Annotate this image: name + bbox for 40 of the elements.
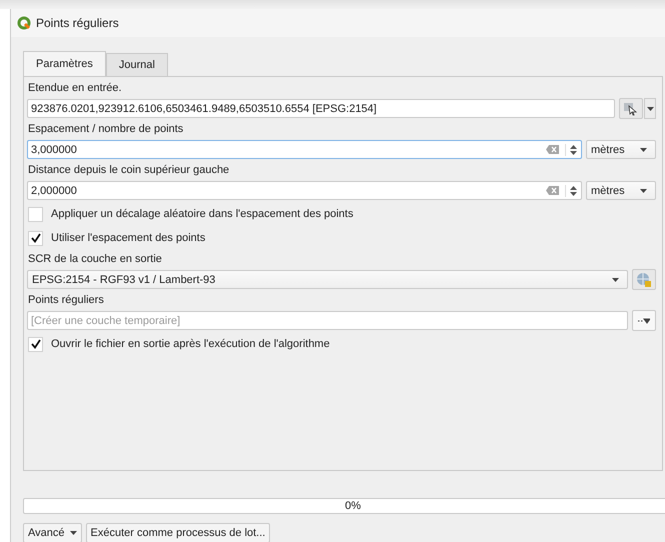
number-field[interactable]: 2,000000 <box>27 181 582 200</box>
number-field[interactable]: 3,000000 <box>27 140 582 159</box>
checkbox-label: Appliquer un décalage aléatoire dans l'espacement des points <box>51 208 354 220</box>
caret-icon <box>640 188 647 192</box>
window-title: Points réguliers <box>36 16 119 30</box>
caret-icon <box>70 531 76 535</box>
caret-icon <box>612 278 619 282</box>
checkbox[interactable] <box>28 206 43 222</box>
globe-icon <box>636 272 652 288</box>
crs-dropdown[interactable]: EPSG:2154 - RGF93 v1 / Lambert-93 <box>27 270 628 289</box>
cursor-icon <box>624 102 638 116</box>
caret-icon <box>646 106 654 110</box>
caret-icon <box>640 148 647 152</box>
select-extent-button[interactable] <box>619 98 643 119</box>
field-label: Distance depuis le coin supérieur gauche <box>27 163 230 177</box>
tab[interactable]: Paramètres <box>23 51 106 76</box>
unit-dropdown[interactable]: mètres <box>586 181 656 200</box>
checkmark-icon <box>30 233 40 243</box>
checkbox[interactable] <box>28 336 43 352</box>
checkbox[interactable] <box>28 230 43 246</box>
spin-arrows-icon[interactable] <box>565 184 577 196</box>
progress-text: 0% <box>344 500 362 512</box>
extent-field[interactable]: 923876.0201,923912.6106,6503461.9489,6503510.6554 [EPSG:2154] <box>27 99 615 118</box>
field-label: Points réguliers <box>27 293 105 307</box>
field-label: SCR de la couche en sortie <box>27 252 163 266</box>
checkbox-label: Utiliser l'espacement des points <box>51 232 206 244</box>
field-label: Etendue en entrée. <box>27 81 123 95</box>
dropdown-button[interactable] <box>644 98 656 119</box>
batch-button[interactable]: Exécuter comme processus de lot... <box>86 523 270 542</box>
app-logo-icon <box>17 16 31 30</box>
checkbox-label: Ouvrir le fichier en sortie après l'exécution de l'algorithme <box>51 338 330 350</box>
checkmark-icon <box>30 339 40 349</box>
advanced-dropdown-button[interactable]: Avancé <box>23 523 82 542</box>
unit-dropdown[interactable]: mètres <box>586 140 656 159</box>
tab[interactable]: Journal <box>106 53 168 76</box>
spin-arrows-icon[interactable] <box>565 144 577 156</box>
output-field[interactable]: [Créer une couche temporaire] <box>27 311 628 330</box>
browse-button[interactable] <box>632 310 656 331</box>
ellipsis-icon <box>638 318 650 324</box>
field-label: Espacement / nombre de points <box>27 122 184 136</box>
